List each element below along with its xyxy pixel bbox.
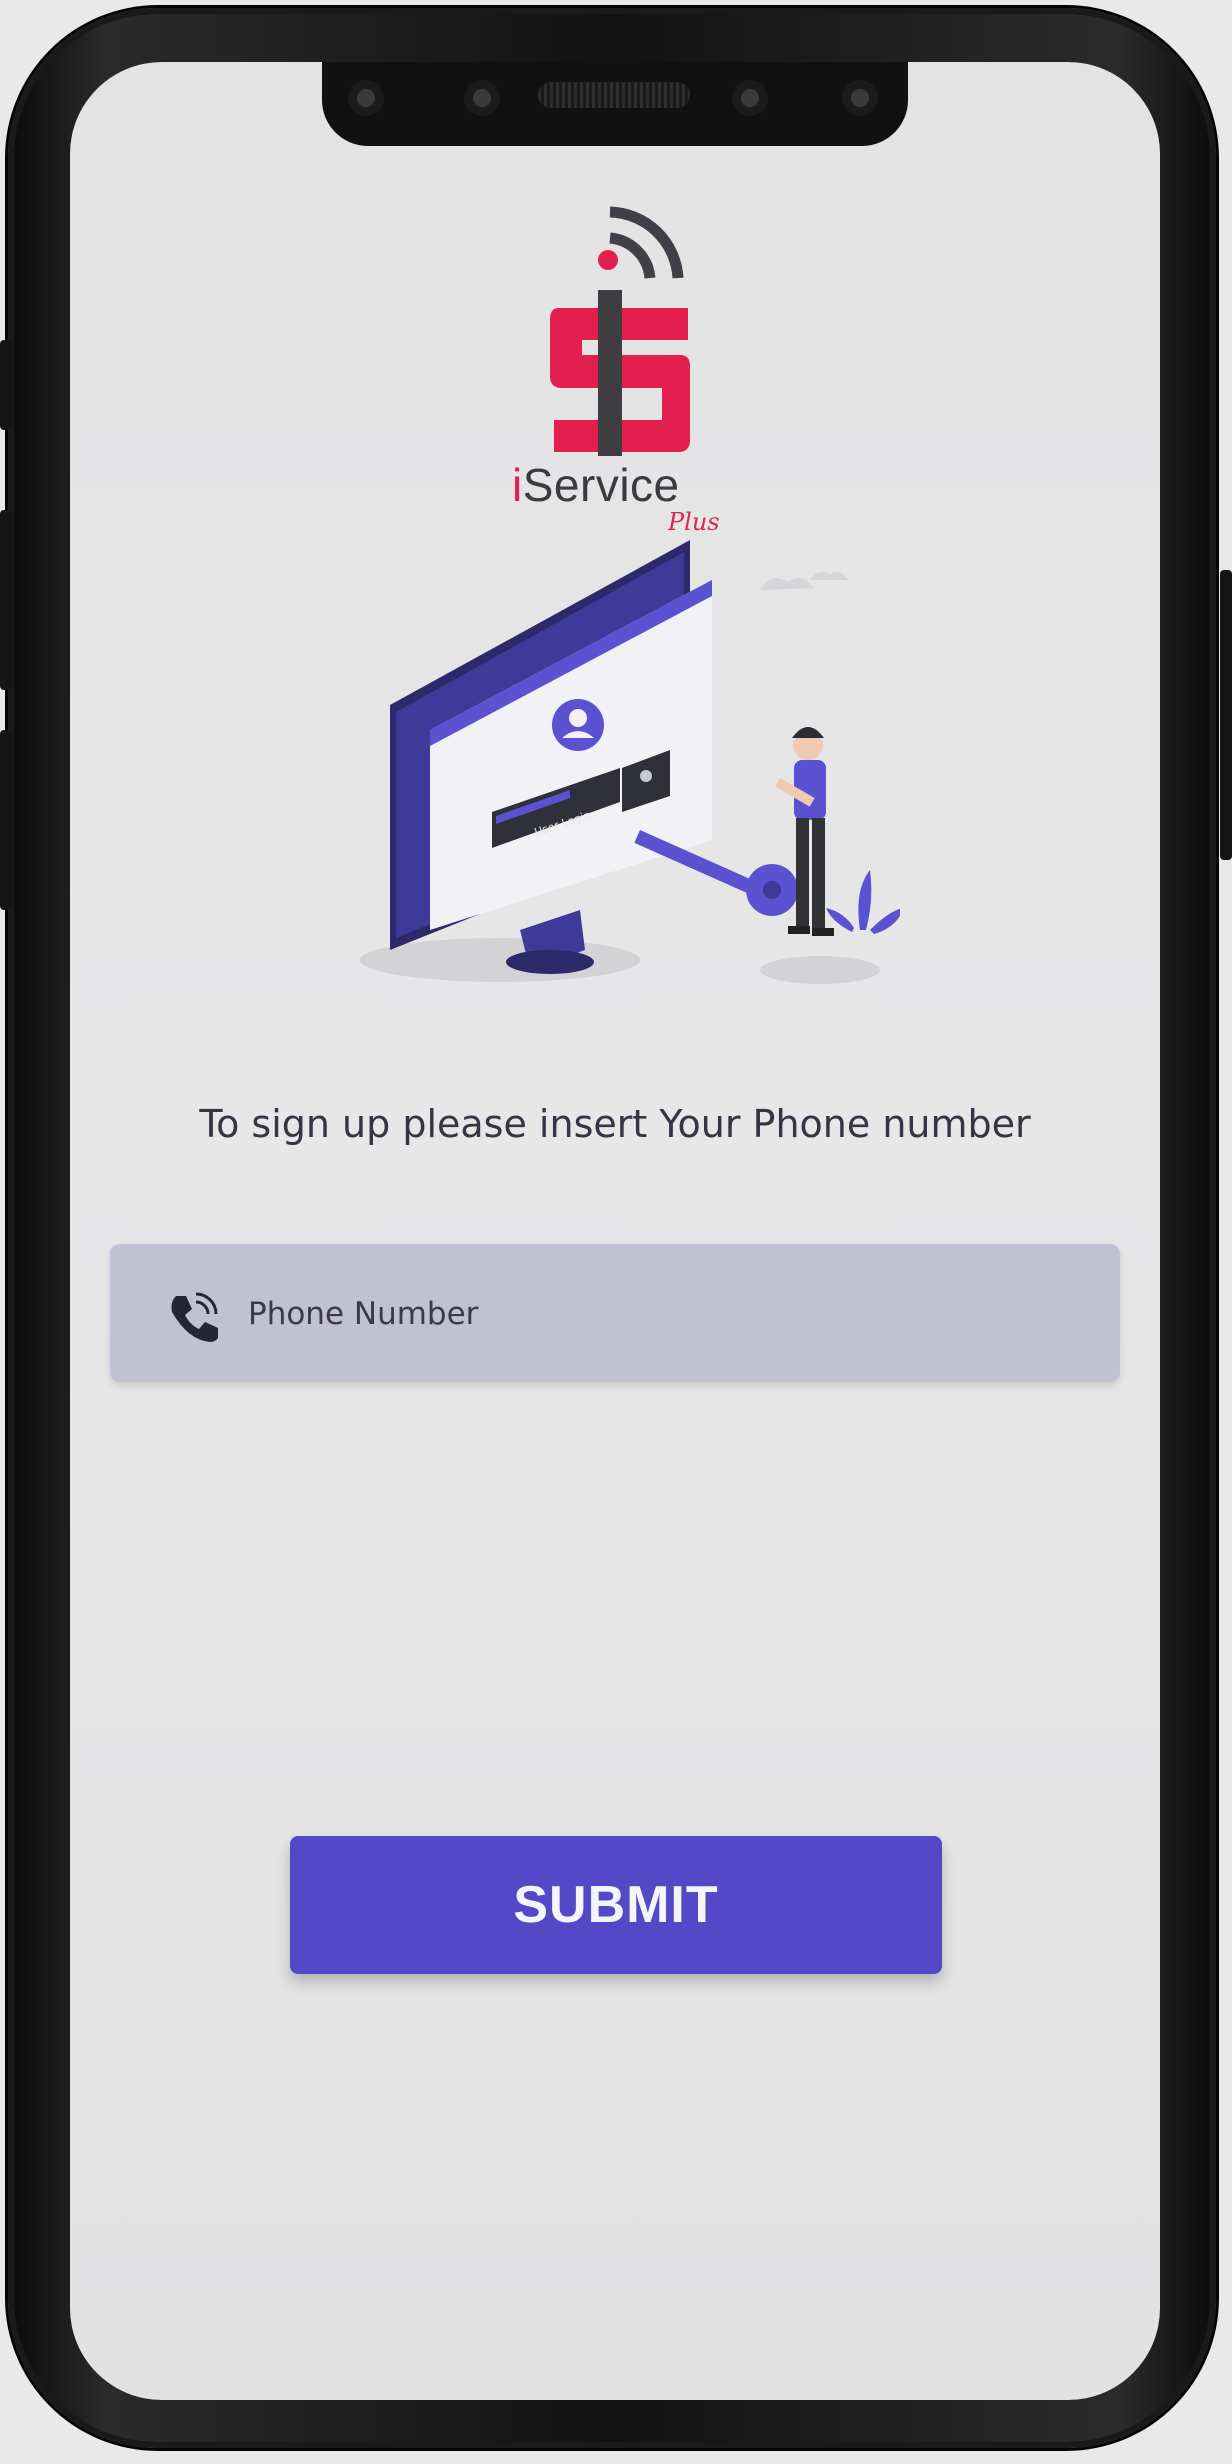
front-camera [464, 80, 500, 116]
login-illustration: User Login [360, 540, 900, 984]
brand-name: iService [512, 458, 680, 512]
wifi-signal-icon [609, 206, 684, 279]
phone-number-field[interactable] [110, 1244, 1120, 1382]
signup-instruction: To sign up please insert Your Phone numb… [199, 1102, 1031, 1146]
side-button-volume-up [0, 510, 12, 690]
proximity-sensor [842, 80, 878, 116]
notch [322, 62, 908, 146]
side-button-power [1220, 570, 1232, 860]
submit-button[interactable]: SUBMIT [290, 1836, 942, 1974]
earpiece-speaker [538, 82, 690, 108]
phone-ringing-icon [171, 1292, 218, 1342]
side-button-mute [0, 340, 12, 430]
phone-number-input[interactable] [246, 1280, 1070, 1348]
sensor-left [348, 80, 384, 116]
side-button-volume-down [0, 730, 12, 910]
sensor-right [732, 80, 768, 116]
brand-prefix: i [512, 459, 523, 511]
brand-wordmark: Service [522, 459, 680, 511]
